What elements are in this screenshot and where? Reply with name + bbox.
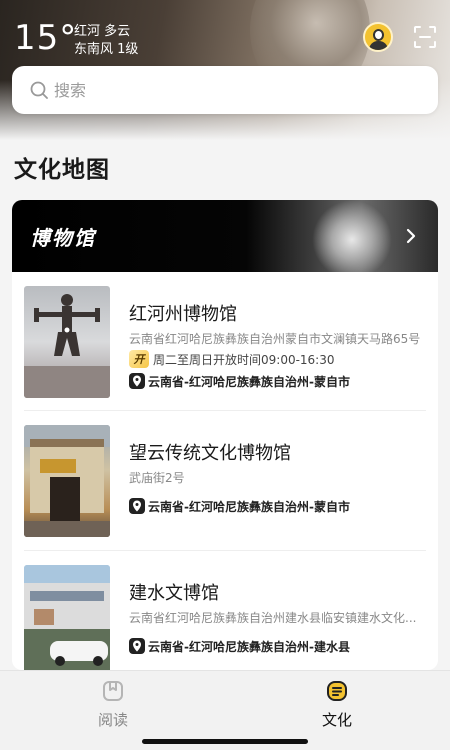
museum-name: 建水文博馆 [129,583,219,604]
culture-icon [327,681,347,701]
avatar[interactable] [363,22,393,52]
museum-address: 云南省红河哈尼族彝族自治州建水县临安镇建水文化... [129,611,417,625]
banner-statue-image [312,200,392,272]
region-tag: 云南省-红河哈尼族彝族自治州-建水县 [129,637,350,655]
tab-reading-label: 阅读 [97,711,128,729]
location-pin-icon [129,638,145,654]
open-badge: 开 [129,350,149,368]
location-pin-icon [129,498,145,514]
list-item[interactable]: 建水文博馆 云南省红河哈尼族彝族自治州建水县临安镇建水文化... 云南省-红河哈… [24,551,426,670]
scan-icon[interactable] [414,26,436,48]
section-title: 文化地图 [14,157,110,183]
museum-name: 望云传统文化博物馆 [129,443,291,464]
museum-address: 云南省红河哈尼族彝族自治州蒙自市文澜镇天马路65号 [129,332,421,346]
museum-thumbnail [24,425,110,537]
bottom-nav: 阅读 文化 [0,670,450,750]
region-text: 云南省-红河哈尼族彝族自治州-蒙自市 [148,374,350,389]
list-item[interactable]: 红河州博物馆 云南省红河哈尼族彝族自治州蒙自市文澜镇天马路65号 开 周二至周日… [24,272,426,402]
museum-street-image [24,565,110,670]
hours-text: 周二至周日开放时间09:00-16:30 [153,352,335,367]
search-bar[interactable] [12,66,438,114]
tab-culture-label: 文化 [321,711,352,729]
museum-thumbnail [24,286,110,398]
category-banner[interactable]: 博物馆 [12,200,438,272]
museum-card: 博物馆 红河州博物馆 云南省红河哈尼族彝族自治州蒙自市文澜镇天马路65号 开 周… [12,200,438,670]
chevron-right-icon[interactable] [404,226,418,246]
category-title: 博物馆 [30,226,96,250]
temperature: 15° [14,18,78,58]
bronze-figure-image [24,294,110,398]
museum-address: 武庙街2号 [129,471,185,485]
museum-name: 红河州博物馆 [129,304,237,325]
avatar-body-icon [369,41,388,50]
region-tag: 云南省-红河哈尼族彝族自治州-蒙自市 [129,497,350,515]
list-item[interactable]: 望云传统文化博物馆 武庙街2号 云南省-红河哈尼族彝族自治州-蒙自市 [24,411,426,541]
book-icon [103,681,123,701]
location-pin-icon [129,373,145,389]
region-text: 云南省-红河哈尼族彝族自治州-建水县 [148,639,350,654]
region-text: 云南省-红河哈尼族彝族自治州-蒙自市 [148,499,350,514]
region-tag: 云南省-红河哈尼族彝族自治州-蒙自市 [129,372,350,390]
avatar-head-icon [373,29,384,41]
weather-wind: 东南风 1级 [74,42,139,57]
weather-city-condition: 红河 多云 [74,24,131,39]
search-icon [30,81,48,99]
museum-thumbnail [24,565,110,670]
museum-building-image [24,425,110,537]
tab-reading[interactable]: 阅读 [73,677,153,733]
opening-hours: 开 周二至周日开放时间09:00-16:30 [129,350,335,368]
home-indicator [142,739,308,744]
search-input[interactable] [54,76,414,104]
tab-culture[interactable]: 文化 [297,677,377,733]
